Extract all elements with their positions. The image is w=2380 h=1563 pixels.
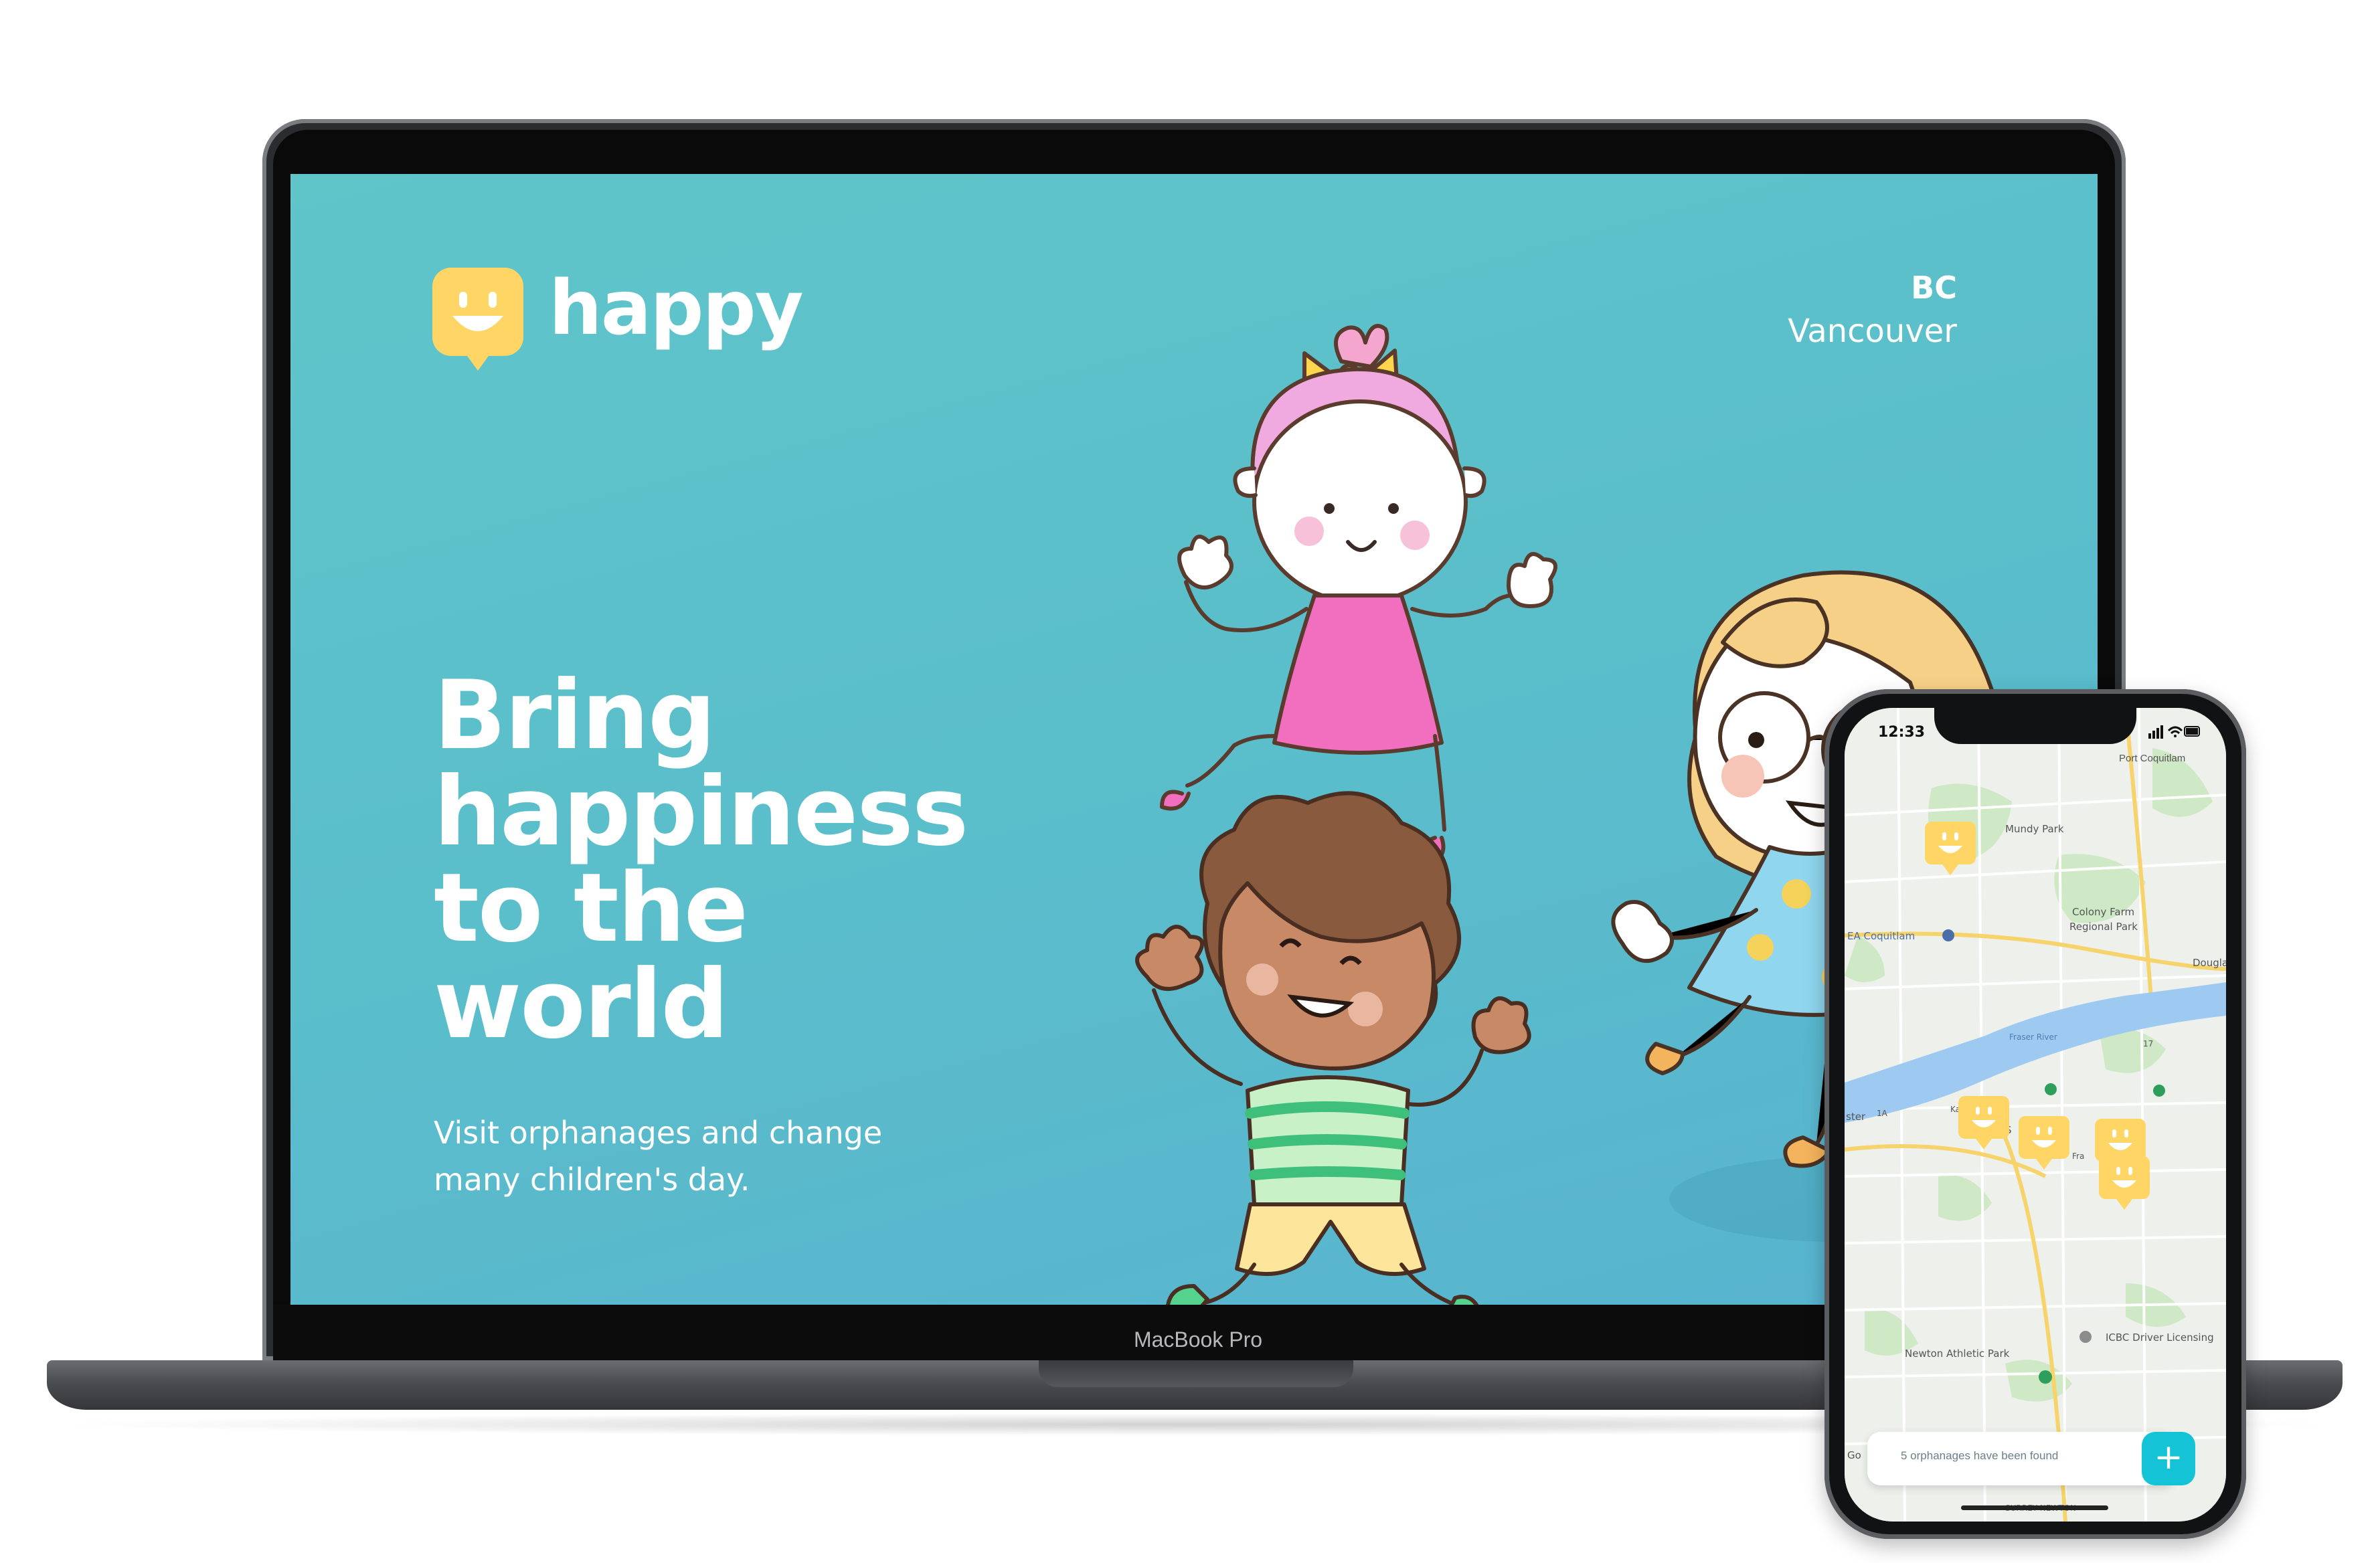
add-orphanage-button[interactable]: + bbox=[2142, 1432, 2195, 1485]
park-pin-icon[interactable] bbox=[2039, 1370, 2052, 1384]
map-label-ster: ster bbox=[1846, 1111, 1866, 1123]
wifi-icon bbox=[2167, 726, 2183, 737]
poi-pin-icon[interactable] bbox=[2079, 1331, 2092, 1343]
map-label-route-1a: 1A bbox=[1877, 1109, 1888, 1118]
status-time: 12:33 bbox=[1878, 724, 1926, 741]
headline-line: world bbox=[434, 949, 729, 1060]
hero-headline: Bring happiness to the world bbox=[434, 668, 1036, 1053]
laptop-label: MacBook Pro bbox=[1133, 1327, 1263, 1352]
phone-notch bbox=[1934, 704, 2136, 744]
subtitle-line: Visit orphanages and change bbox=[434, 1115, 883, 1151]
poi-pin-icon[interactable] bbox=[1942, 929, 1954, 941]
status-icons bbox=[2148, 724, 2202, 740]
hero-subtitle: Visit orphanages and change many childre… bbox=[434, 1109, 956, 1203]
headline-line: happiness bbox=[434, 757, 968, 867]
map-label-go: Go bbox=[1847, 1449, 1861, 1461]
signal-icon bbox=[2148, 725, 2163, 739]
subtitle-line: many children's day. bbox=[434, 1162, 750, 1198]
map-label-colony-farm: Colony Farm bbox=[2072, 906, 2134, 918]
map-label-route-17: 17 bbox=[2143, 1039, 2153, 1048]
map-label-douglas: Dougla bbox=[2193, 957, 2226, 969]
map-screen[interactable]: Port Coquitlam Mundy Park Colony Farm Re… bbox=[1845, 708, 2226, 1522]
headline-line: Bring bbox=[434, 660, 716, 771]
map-label-mundy-park: Mundy Park bbox=[2005, 823, 2064, 835]
map-label-fra: Fra bbox=[2072, 1152, 2084, 1161]
map-label-port-coquitlam: Port Coquitlam bbox=[2119, 753, 2185, 764]
happy-logo-icon[interactable] bbox=[432, 268, 523, 372]
brand-name: happy bbox=[549, 265, 804, 352]
map-label-coquitlam: EA Coquitlam bbox=[1847, 930, 1915, 942]
home-indicator[interactable] bbox=[1961, 1505, 2108, 1510]
map-view[interactable]: Port Coquitlam Mundy Park Colony Farm Re… bbox=[1845, 708, 2226, 1522]
battery-icon bbox=[2184, 726, 2200, 737]
park-pin-icon[interactable] bbox=[2045, 1083, 2057, 1095]
map-label-fraser-river: Fraser River bbox=[2009, 1032, 2057, 1042]
map-label-icbc: ICBC Driver Licensing bbox=[2106, 1331, 2214, 1344]
laptop-opening-notch bbox=[1039, 1360, 1353, 1387]
map-label-newton: Newton Athletic Park bbox=[1905, 1348, 2010, 1360]
results-count-text: 5 orphanages have been found bbox=[1901, 1449, 2059, 1462]
park-pin-icon[interactable] bbox=[2153, 1085, 2165, 1097]
map-label-regional-park: Regional Park bbox=[2069, 921, 2138, 933]
headline-line: to the bbox=[434, 853, 748, 963]
